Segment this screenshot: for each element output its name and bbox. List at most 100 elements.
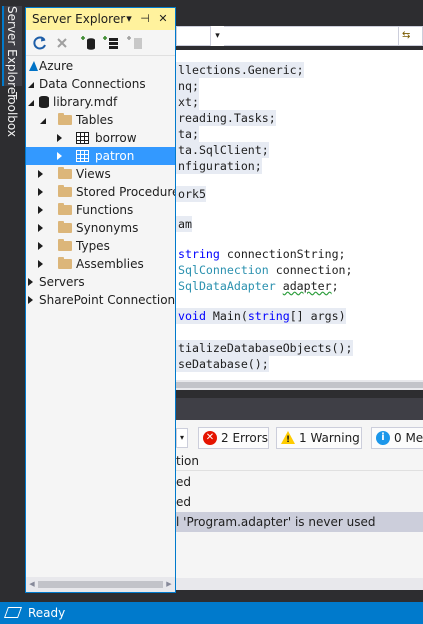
tree-node-label: Servers (39, 275, 85, 289)
chevron-down-icon[interactable]: ▾ (176, 428, 188, 448)
tree-node-servers[interactable]: Servers (26, 273, 175, 291)
expanded-arrow-icon[interactable] (28, 100, 34, 106)
tree-node-synonyms[interactable]: Synonyms (26, 219, 175, 237)
scroll-right-icon[interactable]: ▶ (163, 577, 175, 592)
stop-refresh-button[interactable] (52, 33, 72, 53)
tree-node-views[interactable]: Views (26, 165, 175, 183)
scroll-left-icon[interactable]: ◀ (26, 577, 38, 592)
code-line: xt; (176, 94, 199, 110)
tree-node-functions[interactable]: Functions (26, 201, 175, 219)
code-type: SqlDataAdapter (178, 279, 276, 293)
status-text: Ready (28, 606, 66, 620)
collapsed-arrow-icon[interactable] (38, 188, 43, 196)
folder-icon (58, 257, 72, 269)
tree-node-label: Tables (76, 113, 114, 127)
tree-node-label: Views (76, 167, 111, 181)
side-tab-server-explorer[interactable]: Server Explorer (2, 6, 22, 99)
server-explorer-titlebar[interactable]: Server Explorer ▾ ⊣ ✕ (26, 8, 175, 30)
azure-icon (29, 61, 38, 71)
tree-node-assemblies[interactable]: Assemblies (26, 255, 175, 273)
collapsed-arrow-icon[interactable] (57, 134, 62, 142)
tree-horizontal-scrollbar[interactable]: ◀ ▶ (26, 577, 175, 592)
collapsed-arrow-icon[interactable] (57, 152, 62, 160)
error-list-scrollbar[interactable] (176, 578, 423, 590)
tree-node-data-connections[interactable]: Data Connections (26, 75, 175, 93)
tree-node-label: Types (76, 239, 110, 253)
server-explorer-panel: Server Explorer ▾ ⊣ ✕ Azure Data Connect… (25, 7, 176, 593)
code-text: connection; (268, 263, 353, 277)
tree-node-label: SharePoint Connections (39, 293, 175, 307)
warnings-count-label: 1 Warning (299, 431, 360, 445)
tree-node-label: Synonyms (76, 221, 139, 235)
code-text: connectionString; (219, 247, 346, 261)
tree-node-label: library.mdf (53, 95, 118, 109)
chevron-down-icon[interactable]: ▾ (210, 26, 224, 46)
table-icon (76, 132, 89, 144)
code-type: SqlConnection (178, 263, 269, 277)
tree-node-sharepoint-connections[interactable]: SharePoint Connections (26, 291, 175, 309)
code-line: nq; (176, 78, 199, 94)
folder-icon (58, 203, 72, 215)
expanded-arrow-icon[interactable] (40, 118, 46, 124)
tree-node-label: borrow (95, 131, 137, 145)
collapsed-arrow-icon[interactable] (28, 278, 33, 286)
tree-node-label: Stored Procedures (76, 185, 175, 199)
code-keyword: void (178, 309, 206, 323)
tree-node-tables[interactable]: Tables (26, 111, 175, 129)
window-position-dropdown-icon[interactable]: ▾ (122, 8, 136, 30)
tree-node-label: Azure (39, 59, 74, 73)
code-line: reading.Tasks; (176, 110, 276, 126)
collapsed-arrow-icon[interactable] (38, 170, 43, 178)
server-explorer-tree[interactable]: Azure Data Connections library.mdf Table… (26, 57, 175, 577)
tree-node-label: Assemblies (76, 257, 144, 271)
side-tab-strip: Server Explorer Toolbox (0, 0, 24, 602)
code-line: llections.Generic; (176, 62, 304, 78)
code-editor[interactable]: llections.Generic; nq; xt; reading.Tasks… (176, 50, 423, 380)
code-text: [] args) (289, 309, 346, 323)
error-row[interactable]: ed (176, 472, 423, 492)
code-warning-squiggle[interactable]: adapter (283, 279, 332, 293)
collapsed-arrow-icon[interactable] (38, 206, 43, 214)
messages-filter-button[interactable]: i 0 Mes (371, 427, 423, 449)
database-icon (39, 96, 49, 108)
connect-to-sharepoint-button[interactable] (126, 33, 146, 53)
close-icon[interactable]: ✕ (156, 8, 170, 30)
error-row[interactable]: ed (176, 492, 423, 512)
collapsed-arrow-icon[interactable] (28, 296, 33, 304)
collapsed-arrow-icon[interactable] (38, 242, 43, 250)
connect-to-database-button[interactable] (80, 33, 100, 53)
error-icon: ✕ (203, 431, 217, 445)
code-line: ta.SqlClient; (176, 142, 269, 158)
expanded-arrow-icon[interactable] (28, 82, 34, 88)
side-tab-toolbox[interactable]: Toolbox (2, 92, 22, 142)
scrollbar-thumb[interactable] (38, 581, 163, 588)
errors-filter-button[interactable]: ✕ 2 Errors (198, 427, 269, 449)
tree-node-stored-procedures[interactable]: Stored Procedures (26, 183, 175, 201)
tree-node-patron[interactable]: patron (26, 147, 175, 165)
refresh-button[interactable] (30, 33, 50, 53)
tree-node-borrow[interactable]: borrow (26, 129, 175, 147)
code-keyword: string (247, 309, 290, 323)
scrollbar-thumb[interactable] (176, 382, 423, 388)
tree-node-library[interactable]: library.mdf (26, 93, 175, 111)
collapsed-arrow-icon[interactable] (38, 260, 43, 268)
connect-to-server-button[interactable] (102, 33, 122, 53)
collapsed-arrow-icon[interactable] (38, 224, 43, 232)
panel-title: Server Explorer (32, 12, 126, 26)
description-column-header[interactable]: tion (176, 452, 423, 471)
warnings-filter-button[interactable]: ! 1 Warning (276, 427, 362, 449)
error-list-titlebar (176, 398, 423, 420)
auto-hide-pin-icon[interactable]: ⊣ (138, 8, 152, 30)
status-ready-icon (3, 607, 23, 618)
code-line: SqlDataAdapter adapter; (176, 278, 339, 294)
code-line: string connectionString; (176, 246, 346, 262)
errors-count-label: 2 Errors (221, 431, 268, 445)
warning-row-selected[interactable]: l 'Program.adapter' is never used (176, 512, 423, 532)
code-line: ta; (176, 126, 199, 142)
code-text: ; (331, 279, 339, 293)
tree-node-types[interactable]: Types (26, 237, 175, 255)
member-dropdown[interactable]: ⇆ (398, 26, 423, 46)
table-icon (76, 150, 89, 162)
tree-node-azure[interactable]: Azure (26, 57, 175, 75)
code-horizontal-scrollbar[interactable] (176, 380, 423, 390)
